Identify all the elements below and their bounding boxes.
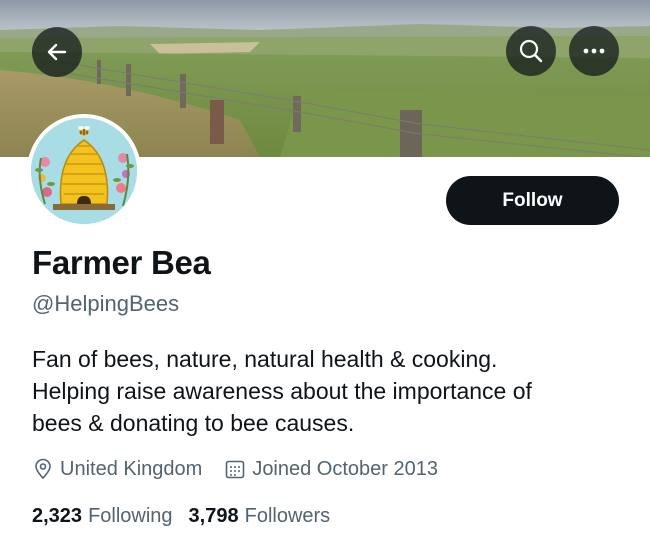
following-link[interactable]: 2,323 Following [32, 505, 173, 528]
location-text: United Kingdom [60, 457, 203, 480]
search-icon [519, 39, 543, 63]
profile-meta: United Kingdom Joined October 2013 [32, 455, 438, 483]
beehive-icon [31, 118, 137, 224]
joined-item: Joined October 2013 [224, 458, 438, 481]
followers-link[interactable]: 3,798 Followers [189, 505, 331, 528]
avatar-image [31, 118, 137, 224]
search-button[interactable] [506, 26, 556, 76]
bio-line: Helping raise awareness about the import… [32, 378, 532, 404]
follow-button[interactable]: Follow [446, 176, 619, 225]
display-name: Farmer Bea [32, 244, 211, 281]
arrow-left-icon [47, 43, 67, 61]
more-options-button[interactable] [569, 26, 619, 76]
more-horizontal-icon [583, 48, 605, 54]
location-item: United Kingdom [32, 458, 202, 481]
avatar[interactable] [27, 114, 141, 228]
following-count: 2,323 [32, 504, 83, 527]
user-handle: @HelpingBees [32, 291, 180, 316]
profile-stats: 2,323 Following 3,798 Followers [32, 502, 330, 530]
bio-line: Fan of bees, nature, natural health & co… [32, 346, 498, 372]
profile-bio: Fan of bees, nature, natural health & co… [32, 343, 622, 439]
bio-line: bees & donating to bee causes. [32, 410, 355, 436]
calendar-icon [226, 460, 245, 479]
joined-text: Joined October 2013 [252, 457, 438, 480]
following-label: Following [88, 504, 173, 527]
location-pin-icon [35, 458, 51, 480]
followers-label: Followers [244, 504, 331, 527]
followers-count: 3,798 [188, 504, 239, 527]
back-button[interactable] [32, 27, 82, 77]
